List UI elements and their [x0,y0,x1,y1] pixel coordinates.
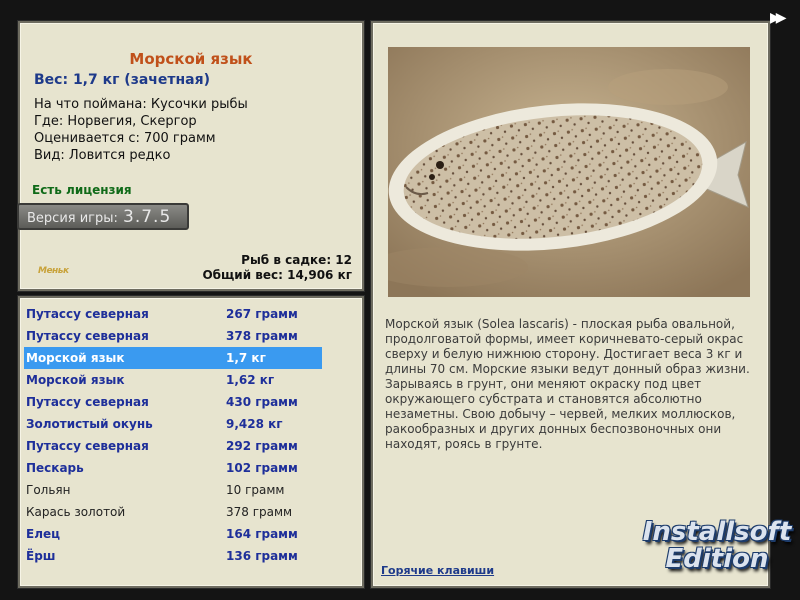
fish-in-cage: Рыб в садке: 12 [241,253,352,267]
version-label: Версия игры: [27,211,118,226]
fish-name: Елец [26,527,61,541]
list-item[interactable]: Путассу северная 378 грамм [24,325,322,347]
min-score-weight: Оценивается с: 700 грамм [34,131,216,146]
fish-weight-value: 102 грамм [226,461,298,475]
total-weight: Общий вес: 14,906 кг [202,268,352,282]
fish-name: Пескарь [26,461,84,475]
watermark-line1: Installsoft [642,517,792,547]
species-rarity: Вид: Ловится редко [34,148,171,163]
fish-detail-panel: Морской язык (Solea lascaris) - плоская … [371,21,770,588]
fish-name: Ёрш [26,549,56,563]
list-item[interactable]: Карась золотой 378 грамм [24,501,322,523]
list-item[interactable]: Гольян 10 грамм [24,479,322,501]
version-badge: Версия игры: 3.7.5 [17,203,189,230]
list-item[interactable]: Путассу северная 430 грамм [24,391,322,413]
fish-weight-value: 10 грамм [226,483,285,497]
version-number: 3.7.5 [123,207,172,227]
sole-fish-photo [388,47,750,297]
fish-weight-value: 164 грамм [226,527,298,541]
fish-weight-value: 378 грамм [226,329,298,343]
fish-weight-value: 1,62 кг [226,373,275,387]
fish-name: Гольян [26,483,71,497]
list-item[interactable]: Елец 164 грамм [24,523,322,545]
caught-with: На что поймана: Кусочки рыбы [34,97,248,112]
fish-weight-value: 267 грамм [226,307,298,321]
catch-list-panel: Путассу северная 267 грамм Путассу северн… [18,296,364,588]
list-item[interactable]: Морской язык 1,7 кг [24,347,322,369]
list-item[interactable]: Пескарь 102 грамм [24,457,322,479]
fish-weight-value: 1,7 кг [226,351,266,365]
fish-weight-value: 136 грамм [226,549,298,563]
fish-name: Путассу северная [26,439,149,453]
catch-details: На что поймана: Кусочки рыбы Где: Норвег… [34,96,248,164]
fish-title: Морской язык [129,50,253,68]
fish-name: Карась золотой [26,505,126,519]
fish-name: Морской язык [26,373,125,387]
list-item[interactable]: Морской язык 1,62 кг [24,369,322,391]
double-arrow-right-icon[interactable]: ▶▶ [770,10,786,26]
fish-name: Путассу северная [26,329,149,343]
fish-weight: Вес: 1,7 кг (зачетная) [34,72,211,88]
fish-weight-value: 430 грамм [226,395,298,409]
fish-illustration [388,47,750,297]
fish-name: Золотистый окунь [26,417,153,431]
fish-info-panel: Морской язык Вес: 1,7 кг (зачетная) На ч… [17,21,364,291]
mini-logo: Меньк [38,266,69,276]
fish-name: Путассу северная [26,395,149,409]
list-item[interactable]: Путассу северная 267 грамм [24,303,322,325]
fish-weight-value: 9,428 кг [226,417,283,431]
list-item[interactable]: Ёрш 136 грамм [24,545,322,567]
cage-stats: Рыб в садке: 12 Общий вес: 14,906 кг [202,253,352,283]
fish-weight-value: 292 грамм [226,439,298,453]
caught-where: Где: Норвегия, Скергор [34,114,197,129]
list-item[interactable]: Путассу северная 292 грамм [24,435,322,457]
fish-weight-value: 378 грамм [226,505,293,519]
hotkeys-link[interactable]: Горячие клавиши [381,564,494,577]
license-status: Есть лицензия [32,183,132,197]
fish-name: Морской язык [26,351,125,365]
list-item[interactable]: Золотистый окунь 9,428 кг [24,413,322,435]
fish-name: Путассу северная [26,307,149,321]
fish-description: Морской язык (Solea lascaris) - плоская … [385,317,750,451]
installsoft-watermark: Installsoft Edition [642,519,792,573]
watermark-line2: Edition [665,544,769,574]
